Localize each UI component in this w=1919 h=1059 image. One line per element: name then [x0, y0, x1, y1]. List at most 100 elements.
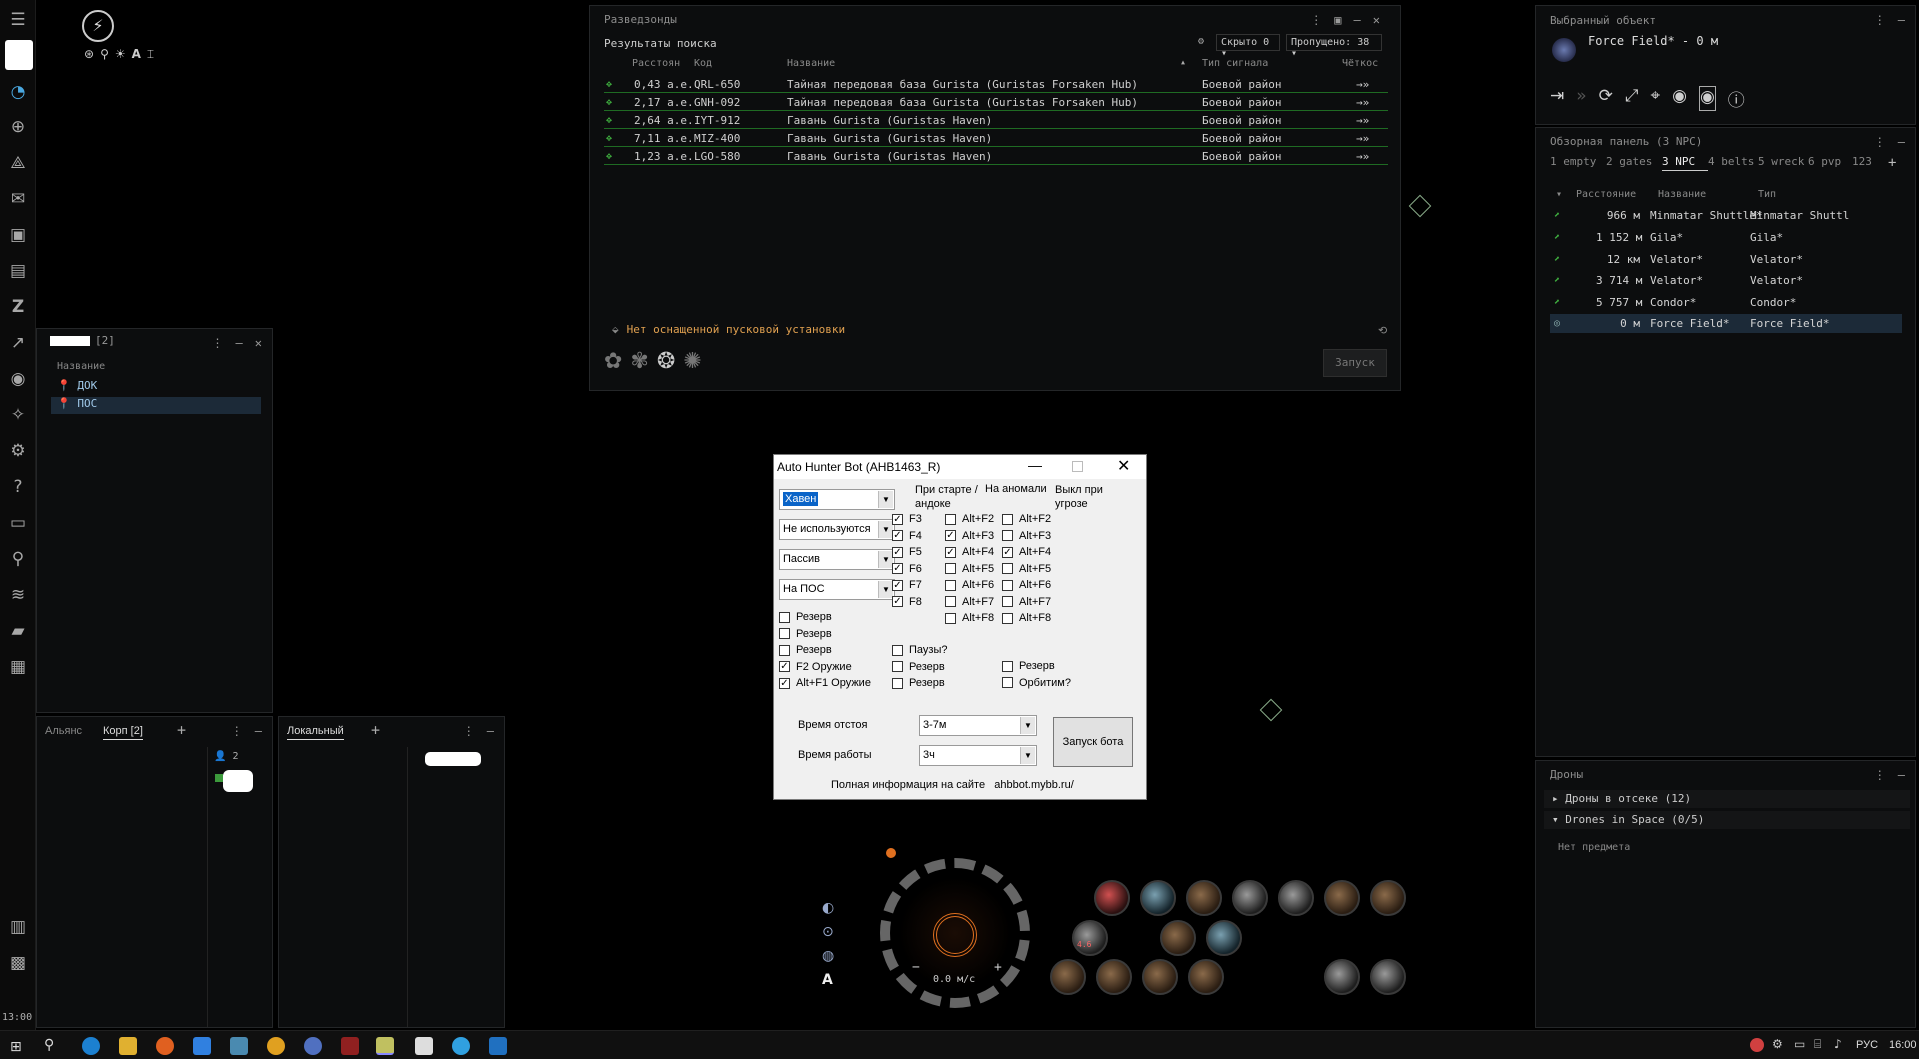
checkbox-alt-f2[interactable]: Alt+F2 — [1002, 513, 1051, 525]
overview-row[interactable]: ⬈ 12 км Velator* Velator* — [1550, 250, 1902, 269]
checkbox-резерв[interactable]: Резерв — [1002, 660, 1055, 672]
col-name[interactable]: Название — [787, 58, 835, 69]
start-bot-button[interactable]: Запуск бота — [1053, 717, 1133, 767]
checkbox-empty-icon[interactable] — [892, 661, 903, 672]
checkbox-empty-icon[interactable] — [892, 677, 903, 689]
checkbox-empty-icon[interactable] — [1002, 513, 1013, 525]
module-slot[interactable] — [1278, 880, 1314, 916]
checkbox-паузы-[interactable]: Паузы? — [892, 644, 947, 656]
checkbox-checked-icon[interactable]: ✓ — [779, 661, 790, 672]
tracking-icon[interactable]: ⊙ — [822, 924, 834, 940]
module-slot[interactable] — [1050, 959, 1086, 995]
col-name[interactable]: Название — [1658, 189, 1706, 200]
table-row[interactable]: ✥ 1,23 а.е. LGO-580 Гавань Gurista (Guri… — [604, 149, 1388, 165]
checkbox-empty-icon[interactable] — [945, 563, 956, 574]
menu-dots-icon[interactable]: ⋮ — [1874, 768, 1886, 782]
chat-icon[interactable]: ▭ — [6, 511, 30, 535]
checkbox-checked-icon[interactable]: ✓ — [892, 596, 903, 607]
table-row[interactable]: ✥ 0,43 а.е. QRL-650 Тайная передовая баз… — [604, 77, 1388, 93]
mode-select[interactable]: Хавен ▼ — [779, 489, 895, 510]
chrome-icon[interactable] — [267, 1037, 285, 1055]
checkbox-f5[interactable]: ✓ F5 — [892, 546, 922, 558]
member-portrait[interactable] — [223, 770, 253, 792]
overview-row[interactable]: ⬈ 3 714 м Velator* Velator* — [1550, 271, 1902, 290]
app-icon[interactable] — [341, 1037, 359, 1055]
retreat-select[interactable]: На ПОС ▼ — [779, 579, 895, 600]
tab-local[interactable]: Локальный — [287, 725, 344, 740]
industry-icon[interactable]: ⚙ — [6, 439, 30, 463]
checkbox-alt-f5[interactable]: Alt+F5 — [945, 563, 994, 575]
location-icon[interactable]: ⚲ — [6, 547, 30, 571]
add-tab-icon[interactable]: + — [371, 721, 380, 739]
table-row[interactable]: ✥ 2,64 а.е. IYT-912 Гавань Gurista (Guri… — [604, 113, 1388, 129]
tab-123[interactable]: 123 — [1852, 155, 1888, 171]
tab-npc[interactable]: 3 NPC — [1662, 155, 1708, 171]
checkbox-резерв[interactable]: Резерв — [779, 628, 832, 640]
checkbox-empty-icon[interactable] — [945, 513, 956, 525]
checkbox-alt-f3[interactable]: ✓ Alt+F3 — [945, 530, 994, 542]
drones-bay-group[interactable]: ▸ Дроны в отсеке (12) — [1544, 790, 1910, 808]
module-slot[interactable] — [1206, 920, 1242, 956]
fitting-icon[interactable]: ⟁ — [6, 151, 30, 175]
warp-icon[interactable]: →» — [1356, 96, 1369, 109]
checkbox-empty-icon[interactable] — [1002, 660, 1013, 672]
assets-icon[interactable]: ▤ — [6, 259, 30, 283]
orbit-icon[interactable]: ⟳ — [1599, 86, 1613, 111]
approach-icon[interactable]: ⇥ — [1550, 86, 1564, 111]
help-icon[interactable]: ? — [6, 475, 30, 499]
pin-icon[interactable]: ▣ — [1334, 13, 1341, 27]
module-slot[interactable] — [1370, 959, 1406, 995]
minimize-icon[interactable]: — — [487, 724, 494, 738]
col-distance[interactable]: Расстоян — [632, 58, 680, 69]
checkbox-empty-icon[interactable] — [1002, 530, 1013, 541]
agency-icon[interactable]: ✧ — [6, 403, 30, 427]
z-icon[interactable]: Z — [6, 295, 30, 319]
info-icon[interactable]: ⓘ — [1728, 86, 1745, 111]
checkbox-alt-f4[interactable]: ✓ Alt+F4 — [1002, 546, 1051, 558]
checkbox-checked-icon[interactable]: ✓ — [945, 546, 956, 558]
tab-wreck[interactable]: 5 wreck — [1758, 155, 1808, 171]
tray-icon[interactable] — [1750, 1038, 1764, 1052]
firefox-icon[interactable] — [156, 1037, 174, 1055]
module-slot[interactable] — [1232, 880, 1268, 916]
checkbox-f3[interactable]: ✓ F3 — [892, 513, 922, 525]
tab-gates[interactable]: 2 gates — [1606, 155, 1662, 171]
warp-icon[interactable]: →» — [1356, 114, 1369, 127]
calculator-icon[interactable] — [230, 1037, 248, 1055]
overview-row[interactable]: ⬈ 5 757 м Condor* Condor* — [1550, 293, 1902, 312]
save-icon[interactable]: ▩ — [6, 951, 30, 975]
wallet-icon[interactable]: ◉ — [6, 367, 30, 391]
minimize-icon[interactable]: — — [1898, 768, 1905, 782]
add-tab-icon[interactable]: + — [177, 721, 186, 739]
work-time-select[interactable]: 3ч ▼ — [919, 745, 1037, 766]
menu-dots-icon[interactable]: ⋮ — [1874, 135, 1886, 149]
language-indicator[interactable]: РУС — [1856, 1039, 1878, 1051]
drones-select[interactable]: Не используются ▼ — [779, 519, 895, 540]
module-slot[interactable] — [1186, 880, 1222, 916]
table-row[interactable]: ✥ 2,17 а.е. GNH-092 Тайная передовая баз… — [604, 95, 1388, 111]
menu-icon[interactable]: ☰ — [6, 8, 30, 32]
close-icon[interactable]: ✕ — [1373, 13, 1380, 27]
module-slot[interactable] — [1142, 959, 1178, 995]
menu-dots-icon[interactable]: ⋮ — [212, 336, 224, 350]
refresh-icon[interactable]: ⟲ — [1378, 324, 1387, 337]
checkbox-empty-icon[interactable] — [945, 612, 956, 624]
notes-icon[interactable]: ▦ — [6, 655, 30, 679]
formation-3-icon[interactable]: ❂ — [657, 349, 675, 374]
tab-alliance[interactable]: Альянс — [45, 725, 82, 737]
close-icon[interactable]: ✕ — [1117, 456, 1130, 476]
checkbox-checked-icon[interactable]: ✓ — [945, 530, 956, 541]
tab-empty[interactable]: 1 empty — [1550, 155, 1606, 171]
checkbox-резерв[interactable]: Резерв — [892, 661, 945, 673]
formation-4-icon[interactable]: ✺ — [683, 349, 701, 374]
checkbox-alt-f6[interactable]: Alt+F6 — [1002, 579, 1051, 591]
layers-icon[interactable]: ≋ — [6, 583, 30, 607]
checkbox-alt-f5[interactable]: Alt+F5 — [1002, 563, 1051, 575]
module-slot[interactable] — [1072, 920, 1108, 956]
module-slot[interactable] — [1188, 959, 1224, 995]
checkbox-alt-f4[interactable]: ✓ Alt+F4 — [945, 546, 994, 558]
look-at-icon[interactable]: ◉ — [1672, 86, 1687, 111]
local-member-redacted[interactable] — [425, 752, 481, 766]
checkbox-empty-icon[interactable] — [779, 644, 790, 656]
close-icon[interactable]: ✕ — [255, 336, 262, 350]
